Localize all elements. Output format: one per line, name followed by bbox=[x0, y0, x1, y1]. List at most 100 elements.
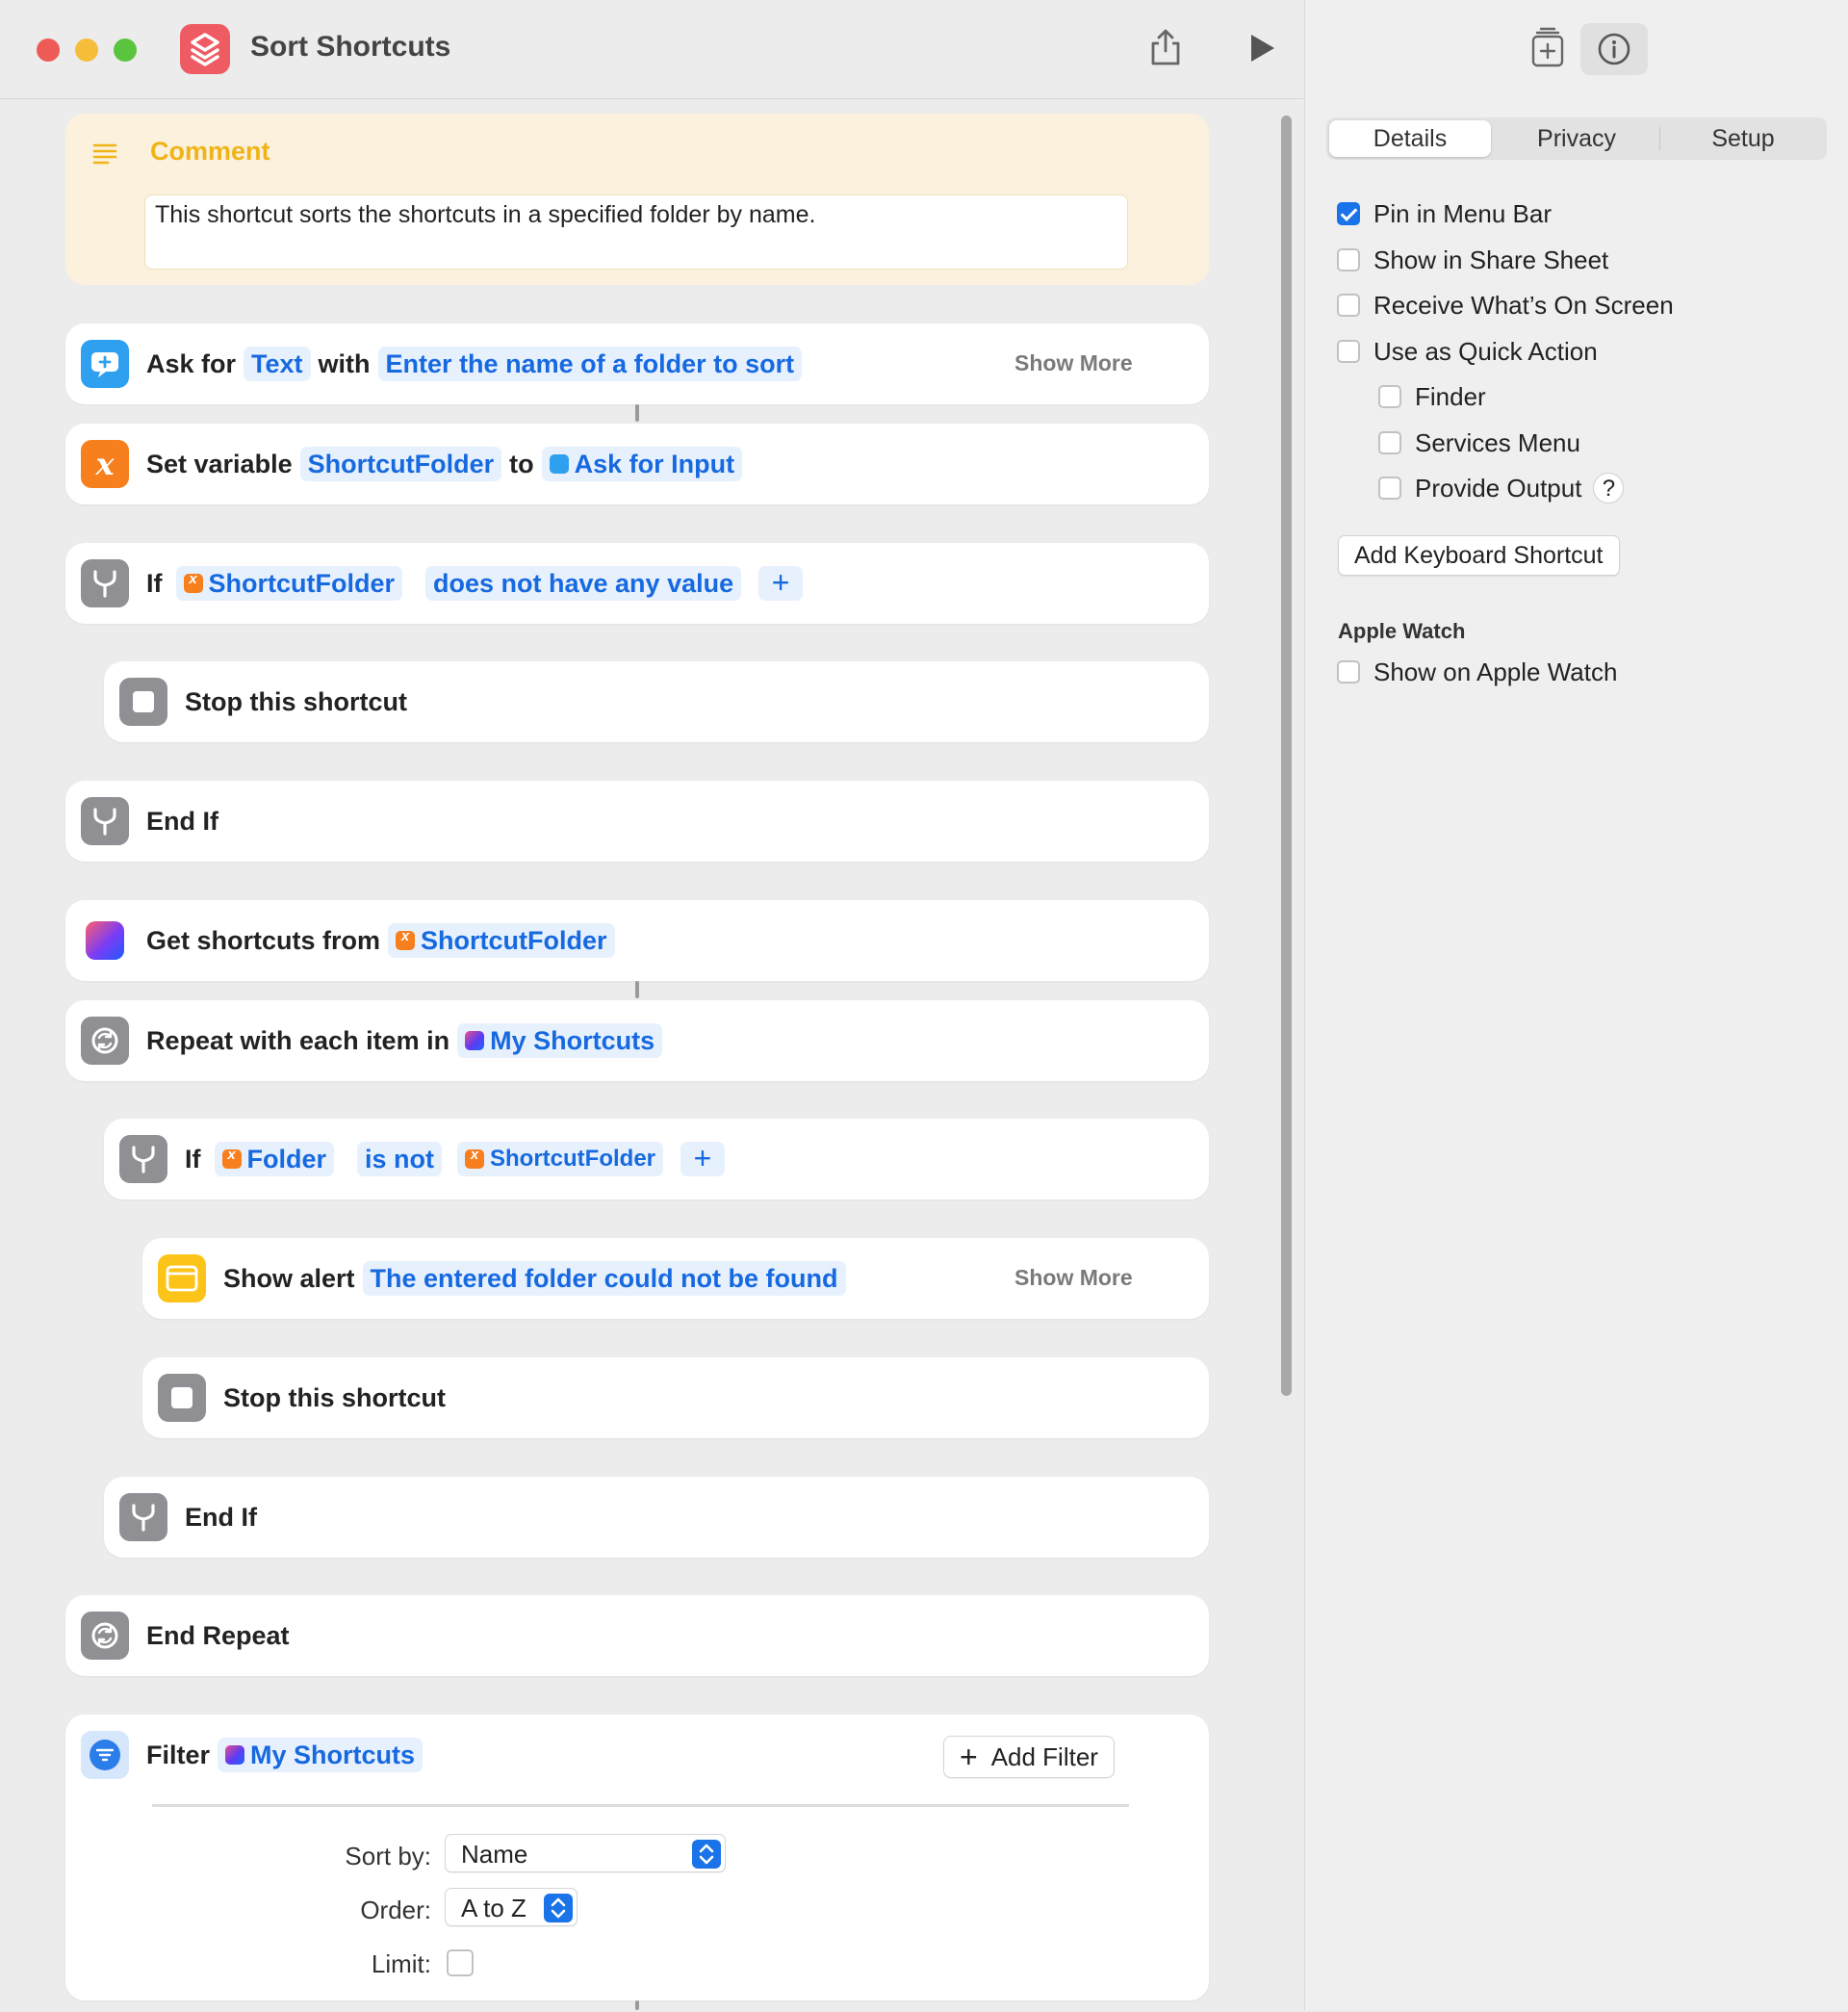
add-to-library-icon bbox=[1531, 27, 1564, 67]
input-type-token[interactable]: Text bbox=[244, 347, 311, 381]
help-button[interactable]: ? bbox=[1593, 473, 1625, 503]
alert-message-token[interactable]: The entered folder could not be found bbox=[362, 1261, 846, 1296]
tab-details[interactable]: Details bbox=[1329, 120, 1491, 157]
alert-icon bbox=[158, 1254, 206, 1303]
set-variable-action[interactable]: x Set variable ShortcutFolder to Ask for… bbox=[65, 424, 1209, 504]
show-more-button[interactable]: Show More bbox=[1014, 1265, 1133, 1291]
comment-title: Comment bbox=[150, 137, 270, 166]
variable-icon: x bbox=[81, 440, 129, 488]
end-if-action-nested[interactable]: End If bbox=[104, 1477, 1209, 1558]
info-button[interactable] bbox=[1580, 23, 1648, 75]
filter-input-token[interactable]: My Shortcuts bbox=[218, 1738, 424, 1772]
option-quick-action[interactable]: Use as Quick Action bbox=[1337, 336, 1598, 367]
finder-checkbox[interactable] bbox=[1378, 385, 1401, 408]
option-receive-on-screen[interactable]: Receive What’s On Screen bbox=[1337, 290, 1674, 321]
limit-checkbox[interactable] bbox=[447, 1949, 474, 1976]
if-input-token[interactable]: Folder bbox=[214, 1142, 335, 1176]
if-action-nested[interactable]: If Folder is not ShortcutFolder + bbox=[104, 1119, 1209, 1199]
if-condition-token[interactable]: does not have any value bbox=[425, 566, 742, 601]
close-window-button[interactable] bbox=[37, 39, 60, 62]
show-more-button[interactable]: Show More bbox=[1014, 350, 1133, 376]
show-alert-action[interactable]: Show alert The entered folder could not … bbox=[142, 1238, 1209, 1319]
variable-name-token[interactable]: ShortcutFolder bbox=[299, 447, 502, 481]
shortcut-app-icon bbox=[180, 24, 230, 74]
stop-shortcut-action[interactable]: Stop this shortcut bbox=[142, 1357, 1209, 1438]
shortcuts-icon bbox=[81, 916, 129, 965]
tab-privacy[interactable]: Privacy bbox=[1495, 117, 1658, 160]
option-label: Finder bbox=[1415, 381, 1486, 411]
get-shortcuts-action[interactable]: Get shortcuts from ShortcutFolder bbox=[65, 900, 1209, 981]
add-filter-label: Add Filter bbox=[990, 1741, 1098, 1771]
stop-shortcut-action[interactable]: Stop this shortcut bbox=[104, 661, 1209, 742]
order-popup[interactable]: A to Z bbox=[445, 1888, 578, 1926]
option-label: Use as Quick Action bbox=[1373, 336, 1598, 366]
if-input-label: ShortcutFolder bbox=[208, 568, 396, 598]
folder-variable-token[interactable]: ShortcutFolder bbox=[388, 923, 615, 958]
if-condition-token[interactable]: is not bbox=[357, 1142, 443, 1176]
add-filter-button[interactable]: + Add Filter bbox=[943, 1736, 1115, 1778]
option-show-on-apple-watch[interactable]: Show on Apple Watch bbox=[1337, 657, 1617, 687]
if-action[interactable]: If ShortcutFolder does not have any valu… bbox=[65, 543, 1209, 624]
comment-text[interactable]: This shortcut sorts the shortcuts in a s… bbox=[144, 194, 1128, 270]
variable-mini-icon bbox=[465, 1147, 485, 1169]
flow-connector bbox=[635, 981, 639, 998]
flow-connector bbox=[635, 404, 639, 422]
add-condition-button[interactable]: + bbox=[680, 1142, 726, 1176]
repeat-each-action[interactable]: Repeat with each item in My Shortcuts bbox=[65, 1000, 1209, 1081]
details-sidebar: Details Privacy Setup Pin in Menu Bar Sh… bbox=[1304, 0, 1848, 2010]
ask-input-mini-icon bbox=[549, 454, 569, 474]
plus-icon: + bbox=[960, 1740, 978, 1774]
share-icon[interactable] bbox=[1149, 28, 1182, 66]
zoom-window-button[interactable] bbox=[114, 39, 137, 62]
segment-divider bbox=[1659, 127, 1660, 150]
ask-input-variable-token[interactable]: Ask for Input bbox=[541, 447, 743, 481]
repeat-icon bbox=[81, 1612, 129, 1660]
comment-action[interactable]: Comment This shortcut sorts the shortcut… bbox=[65, 114, 1209, 285]
option-pin-in-menu-bar[interactable]: Pin in Menu Bar bbox=[1337, 198, 1552, 229]
end-repeat-label: End Repeat bbox=[146, 1620, 290, 1650]
if-input-token[interactable]: ShortcutFolder bbox=[175, 566, 402, 601]
scrollbar-thumb[interactable] bbox=[1281, 116, 1292, 1396]
ask-label: Ask for bbox=[146, 348, 237, 378]
services-menu-checkbox[interactable] bbox=[1378, 431, 1401, 454]
chevron-updown-icon bbox=[544, 1894, 573, 1922]
sort-by-value: Name bbox=[461, 1840, 528, 1869]
option-show-in-share-sheet[interactable]: Show in Share Sheet bbox=[1337, 245, 1608, 275]
option-label: Show on Apple Watch bbox=[1373, 657, 1618, 686]
option-label: Provide Output bbox=[1415, 473, 1582, 503]
option-finder[interactable]: Finder bbox=[1378, 381, 1486, 412]
editor-pane: Sort Shortcuts Comment This shortcut sor… bbox=[0, 0, 1303, 2010]
share-sheet-checkbox[interactable] bbox=[1337, 248, 1360, 271]
end-repeat-action[interactable]: End Repeat bbox=[65, 1595, 1209, 1676]
option-services-menu[interactable]: Services Menu bbox=[1378, 427, 1580, 458]
stop-label: Stop this shortcut bbox=[223, 1382, 446, 1412]
receive-on-screen-checkbox[interactable] bbox=[1337, 294, 1360, 317]
play-icon[interactable] bbox=[1248, 33, 1277, 64]
filter-divider bbox=[152, 1804, 1129, 1807]
stop-label: Stop this shortcut bbox=[185, 686, 407, 716]
filter-label: Filter bbox=[146, 1740, 211, 1769]
sort-by-label: Sort by: bbox=[345, 1842, 431, 1870]
tab-setup[interactable]: Setup bbox=[1661, 117, 1825, 160]
provide-output-checkbox[interactable] bbox=[1378, 477, 1401, 500]
add-condition-button[interactable]: + bbox=[758, 566, 804, 601]
add-to-library-button[interactable] bbox=[1519, 23, 1575, 75]
end-if-action[interactable]: End If bbox=[65, 781, 1209, 862]
repeat-label: Repeat with each item in bbox=[146, 1025, 450, 1055]
order-label: Order: bbox=[360, 1896, 431, 1924]
option-provide-output[interactable]: Provide Output ? bbox=[1378, 473, 1625, 503]
variable-mini-icon bbox=[221, 1147, 242, 1169]
option-label: Pin in Menu Bar bbox=[1373, 198, 1552, 228]
sort-by-popup[interactable]: Name bbox=[445, 1834, 726, 1872]
if-compare-token[interactable]: ShortcutFolder bbox=[457, 1142, 664, 1176]
apple-watch-heading: Apple Watch bbox=[1338, 619, 1466, 643]
prompt-token[interactable]: Enter the name of a folder to sort bbox=[377, 347, 803, 381]
repeat-input-token[interactable]: My Shortcuts bbox=[457, 1023, 663, 1058]
ask-for-input-action[interactable]: Ask for Text with Enter the name of a fo… bbox=[65, 323, 1209, 404]
filter-shortcuts-action[interactable]: Filter My Shortcuts + Add Filter Sort by… bbox=[65, 1715, 1209, 2000]
apple-watch-checkbox[interactable] bbox=[1337, 660, 1360, 684]
quick-action-checkbox[interactable] bbox=[1337, 340, 1360, 363]
pin-menu-bar-checkbox[interactable] bbox=[1337, 202, 1360, 225]
add-keyboard-shortcut-button[interactable]: Add Keyboard Shortcut bbox=[1338, 535, 1620, 576]
minimize-window-button[interactable] bbox=[75, 39, 98, 62]
